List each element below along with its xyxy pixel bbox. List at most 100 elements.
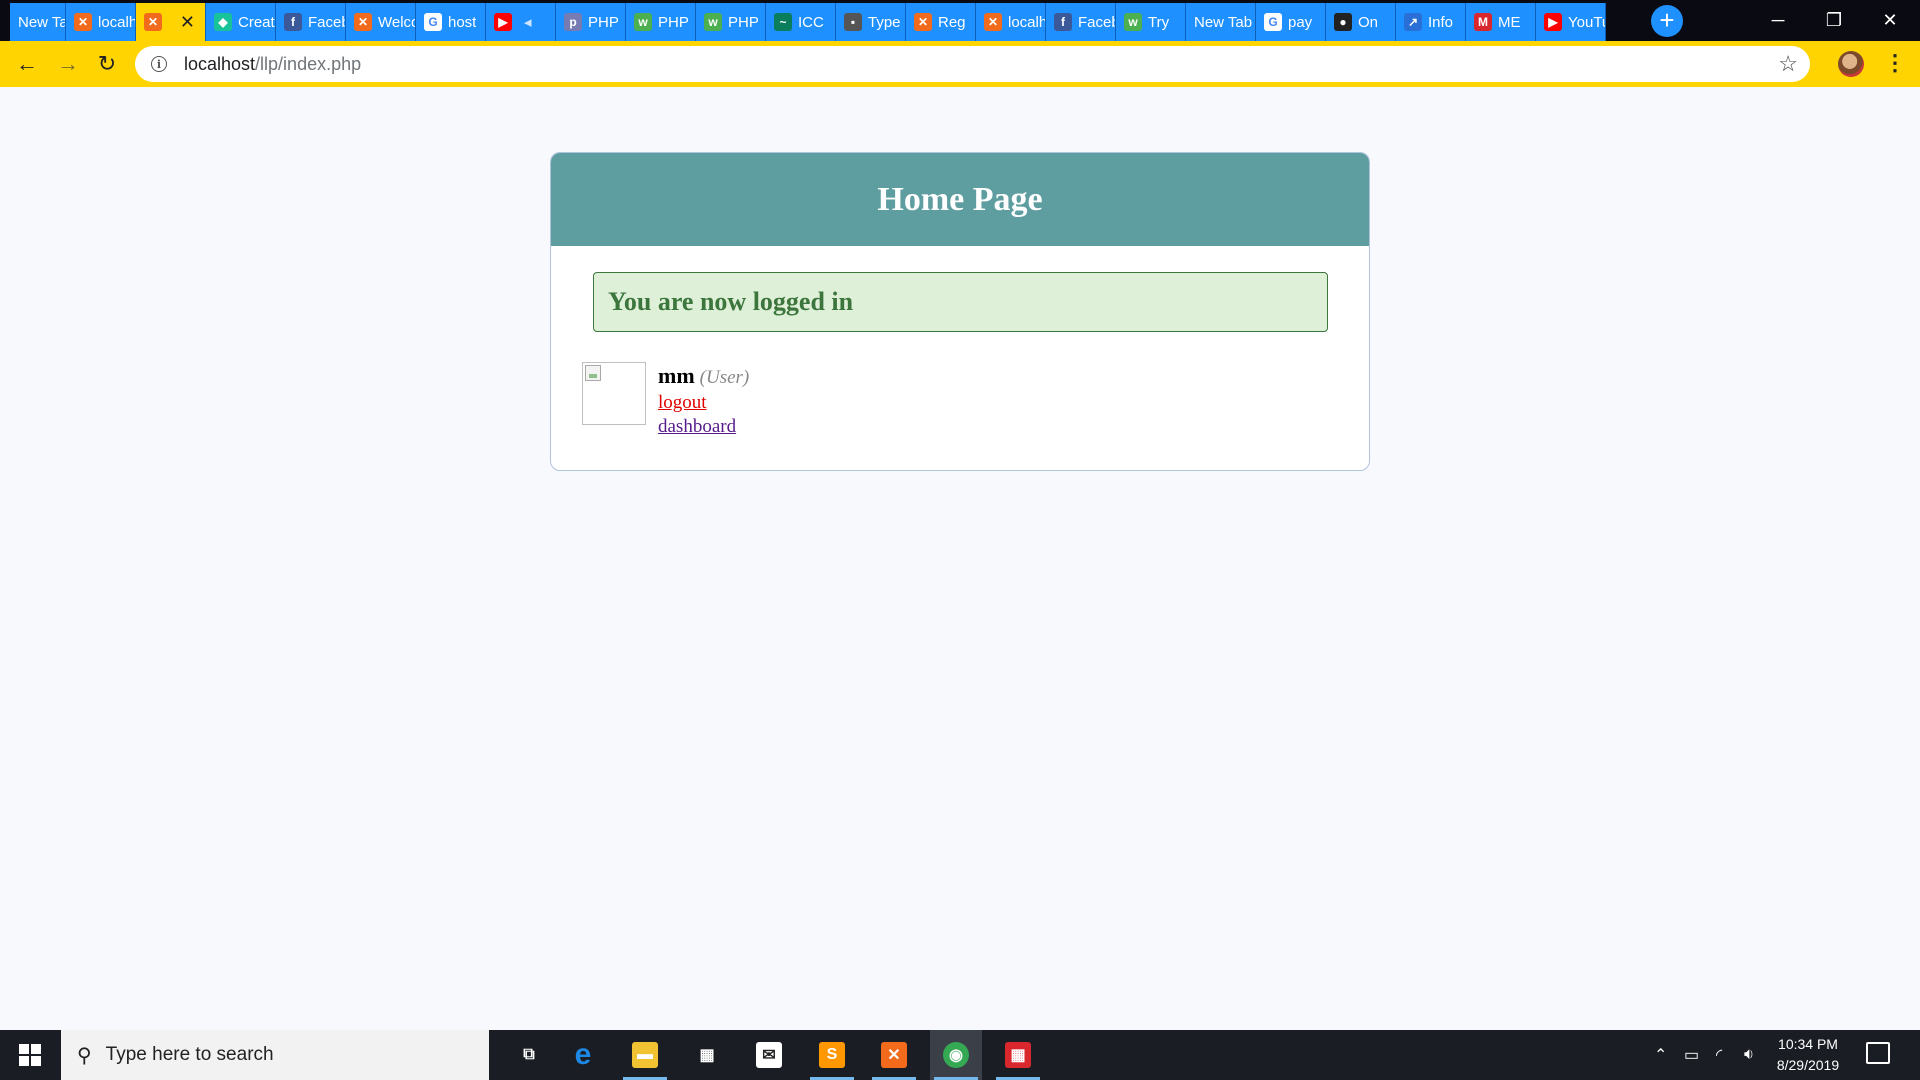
taskbar-app[interactable]: e [557,1030,609,1080]
taskbar-app[interactable]: ▬ [619,1030,671,1080]
youtube-icon: ▶ [494,13,512,31]
tab-audio-icon[interactable]: ◂ [524,13,532,31]
php-icon: p [564,13,582,31]
volume-icon[interactable]: 🔉︎ [1744,1030,1754,1080]
browser-tab[interactable]: New Tab [10,3,66,41]
tab-title: host [448,13,477,31]
new-tab-button[interactable]: + [1651,5,1683,37]
taskbar-app[interactable]: ✕ [868,1030,920,1080]
clock-date: 8/29/2019 [1776,1057,1840,1073]
tab-title: pay [1288,13,1313,31]
xampp-icon: ✕ [354,13,372,31]
forward-button[interactable]: → [52,48,84,80]
tab-title: Info [1428,13,1454,31]
close-window-button[interactable]: ✕ [1862,0,1918,41]
taskbar-app[interactable]: ◉ [930,1030,982,1080]
store-icon: ▦ [699,1047,715,1064]
facebook-icon: f [1054,13,1072,31]
windows-logo-icon [19,1044,41,1066]
sublime-text-icon: S [819,1042,845,1068]
minimize-button[interactable]: ─ [1750,0,1806,41]
tab-title: YouTube [1568,13,1605,31]
wifi-icon[interactable]: ◜ [1716,1030,1722,1080]
system-clock[interactable]: 10:34 PM 8/29/2019 [1768,1034,1848,1076]
tab-title: PHP [658,13,689,31]
taskbar-app[interactable]: ✉ [743,1030,795,1080]
logout-link[interactable]: logout [658,391,749,415]
browser-tab[interactable]: f Facebook [1046,3,1116,41]
browser-tab[interactable]: M ME [1466,3,1536,41]
battery-icon[interactable]: ▭ [1684,1030,1699,1080]
browser-tab[interactable]: ● On [1326,3,1396,41]
browser-tab[interactable]: ✕ Reg [906,3,976,41]
url-host: localhost [184,53,256,74]
tab-title: Facebook [1078,13,1115,31]
file-explorer-icon: ▬ [632,1042,658,1068]
browser-tab[interactable]: ◆ Create [206,3,276,41]
browser-tab[interactable]: ✕ localhost [66,3,136,41]
chrome-icon: ◉ [943,1042,969,1068]
photo-icon: ▪ [844,13,862,31]
url-text[interactable]: localhost/llp/index.php [184,54,361,75]
tab-title: Try [1148,13,1170,31]
windows-taskbar: ⚲ Type here to search ⧉ e ▬ ▦ ✉ S ✕ ◉ ▦ ⌃ ▭ ◜ 🔉︎… [0,1030,1920,1080]
profile-image [582,362,646,425]
browser-tab[interactable]: p PHP [556,3,626,41]
taskbar-app[interactable]: ⧉ [503,1030,555,1080]
back-button[interactable]: ← [11,48,43,80]
tab-title: Reg [938,13,966,31]
mail-icon: ✉ [756,1042,782,1068]
tab-title: Create [238,13,275,31]
icc-icon: ~ [774,13,792,31]
taskbar-app[interactable]: ▦ [992,1030,1044,1080]
user-role: (User) [699,367,750,388]
dashboard-link[interactable]: dashboard [658,415,749,439]
xampp-icon: ✕ [881,1042,907,1068]
browser-tab[interactable]: New Tab [1186,3,1256,41]
browser-menu-icon[interactable]: ⋮ [1884,50,1906,78]
mega-icon: M [1474,13,1492,31]
profile-avatar[interactable] [1838,51,1864,77]
restore-button[interactable]: ❐ [1806,0,1862,41]
show-hidden-icons[interactable]: ⌃ [1654,1030,1667,1080]
reload-button[interactable]: ↻ [91,48,123,80]
tab-list: New Tab✕localhost✕✕◆CreatefFacebook✕Welc… [10,3,1606,41]
browser-tab[interactable]: ▪ Type [836,3,906,41]
browser-tab[interactable]: f Facebook [276,3,346,41]
browser-tab[interactable]: ~ ICC [766,3,836,41]
taskbar-app[interactable]: ▦ [681,1030,733,1080]
taskbar-search[interactable]: ⚲ Type here to search [61,1030,489,1080]
browser-tab[interactable]: ▶ ◂ [486,3,556,41]
edge-icon: e [574,1038,592,1071]
url-path: /llp/index.php [255,53,362,74]
browser-tab[interactable]: w PHP [626,3,696,41]
start-button[interactable] [0,1030,60,1080]
browser-tab[interactable]: w PHP [696,3,766,41]
browser-tab[interactable]: ✕ localhost [976,3,1046,41]
bookmark-star-icon[interactable]: ☆ [1778,51,1798,77]
browser-tab[interactable]: ✕ ✕ [136,3,206,41]
tab-title: New Tab [1194,13,1253,31]
tab-title: New Tab [18,13,65,31]
address-bar[interactable]: i localhost/llp/index.php ☆ [135,46,1810,82]
browser-tab[interactable]: ↗ Info [1396,3,1466,41]
notifications-icon[interactable] [1866,1042,1890,1064]
browser-tab[interactable]: ✕ Welcome [346,3,416,41]
globe-icon: ● [1334,13,1352,31]
tab-title: Type [868,13,901,31]
browser-tab[interactable]: Gpay [1256,3,1326,41]
browser-tab[interactable]: w Try [1116,3,1186,41]
close-tab-icon[interactable]: ✕ [180,12,195,33]
search-icon: ⚲ [77,1044,92,1067]
tab-title: ME [1498,13,1521,31]
site-info-icon[interactable]: i [151,56,167,72]
chart-icon: ↗ [1404,13,1422,31]
clock-time: 10:34 PM [1778,1036,1838,1052]
browser-tab[interactable]: Ghost [416,3,486,41]
taskbar-app[interactable]: S [806,1030,858,1080]
w3schools-icon: w [1124,13,1142,31]
home-card: Home Page You are now logged in mm (User)… [550,152,1370,471]
tab-title: localhost [98,13,135,31]
browser-tab[interactable]: ▶ YouTube [1536,3,1606,41]
tab-title: Welcome [378,13,415,31]
